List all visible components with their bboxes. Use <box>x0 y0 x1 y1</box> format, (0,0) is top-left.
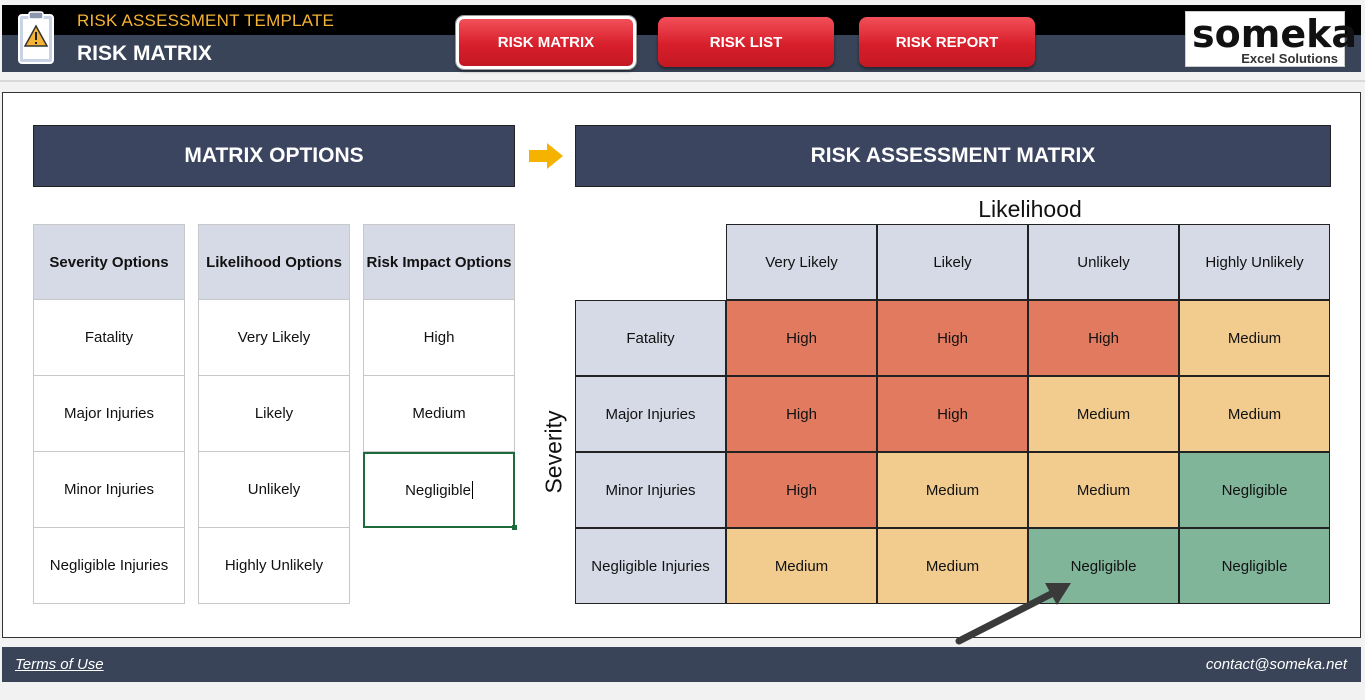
matrix-cell[interactable]: Medium <box>1028 376 1179 452</box>
severity-option-cell[interactable]: Negligible Injuries <box>33 528 185 604</box>
risk-list-button[interactable]: RISK LIST <box>658 17 834 67</box>
risk-impact-options-header: Risk Impact Options <box>363 224 515 300</box>
risk-impact-option-cell[interactable]: High <box>363 300 515 376</box>
matrix-cell[interactable]: Medium <box>726 528 877 604</box>
matrix-cell[interactable]: Negligible <box>1179 528 1330 604</box>
likelihood-option-cell[interactable]: Highly Unlikely <box>198 528 350 604</box>
header-subtitle: RISK ASSESSMENT TEMPLATE <box>77 11 335 30</box>
matrix-cell[interactable]: High <box>877 300 1028 376</box>
likelihood-options-header: Likelihood Options <box>198 224 350 300</box>
risk-impact-option-cell-selected[interactable]: Negligible <box>363 452 517 530</box>
severity-header-cell: Minor Injuries <box>575 452 726 528</box>
matrix-cell[interactable]: Medium <box>1028 452 1179 528</box>
warning-clipboard-icon <box>18 11 54 64</box>
arrow-right-icon <box>529 143 563 169</box>
likelihood-option-cell[interactable]: Very Likely <box>198 300 350 376</box>
likelihood-options-column: Likelihood Options Very Likely Likely Un… <box>198 224 350 604</box>
brand-tagline: Excel Solutions <box>1241 51 1338 66</box>
likelihood-header-cell: Likely <box>877 224 1028 300</box>
footer-bar: Terms of Use contact@someka.net <box>2 647 1361 682</box>
matrix-cell[interactable]: Negligible <box>1179 452 1330 528</box>
severity-option-cell[interactable]: Fatality <box>33 300 185 376</box>
likelihood-option-cell[interactable]: Unlikely <box>198 452 350 528</box>
likelihood-header-cell: Highly Unlikely <box>1179 224 1330 300</box>
matrix-cell[interactable]: High <box>726 376 877 452</box>
someka-logo[interactable]: someka Excel Solutions <box>1185 11 1357 67</box>
terms-of-use-link[interactable]: Terms of Use <box>15 656 104 673</box>
severity-options-header: Severity Options <box>33 224 185 300</box>
matrix-cell[interactable]: High <box>726 452 877 528</box>
matrix-cell[interactable]: Medium <box>1179 376 1330 452</box>
risk-impact-option-cell[interactable]: Medium <box>363 376 515 452</box>
risk-impact-option-text: Negligible <box>405 481 471 499</box>
risk-matrix-button[interactable]: RISK MATRIX <box>456 16 636 69</box>
severity-axis-label: Severity <box>540 410 567 494</box>
matrix-cell[interactable]: High <box>1028 300 1179 376</box>
header-bar: RISK ASSESSMENT TEMPLATE RISK MATRIX RIS… <box>2 5 1361 72</box>
page-title: RISK MATRIX <box>77 42 212 65</box>
matrix-cell[interactable]: Medium <box>877 452 1028 528</box>
main-sheet: MATRIX OPTIONS RISK ASSESSMENT MATRIX Se… <box>2 92 1361 645</box>
severity-option-cell[interactable]: Minor Injuries <box>33 452 185 528</box>
severity-header-cell: Major Injuries <box>575 376 726 452</box>
contact-email[interactable]: contact@someka.net <box>1206 656 1347 673</box>
matrix-options-banner: MATRIX OPTIONS <box>33 125 515 187</box>
matrix-cell[interactable]: High <box>726 300 877 376</box>
likelihood-axis-label: Likelihood <box>978 196 1082 222</box>
likelihood-header-cell: Unlikely <box>1028 224 1179 300</box>
severity-option-cell[interactable]: Major Injuries <box>33 376 185 452</box>
matrix-cell[interactable]: High <box>877 376 1028 452</box>
pointer-arrow-icon <box>955 583 1071 645</box>
likelihood-option-cell[interactable]: Likely <box>198 376 350 452</box>
severity-options-column: Severity Options Fatality Major Injuries… <box>33 224 185 604</box>
severity-header-cell: Fatality <box>575 300 726 376</box>
risk-impact-options-column: Risk Impact Options High Medium Negligib… <box>363 224 517 530</box>
likelihood-header-cell: Very Likely <box>726 224 877 300</box>
risk-assessment-matrix-banner: RISK ASSESSMENT MATRIX <box>575 125 1331 187</box>
risk-report-button[interactable]: RISK REPORT <box>859 17 1035 67</box>
severity-header-cell: Negligible Injuries <box>575 528 726 604</box>
text-cursor <box>471 481 473 499</box>
matrix-cell[interactable]: Medium <box>1179 300 1330 376</box>
brand-name: someka <box>1192 12 1358 56</box>
